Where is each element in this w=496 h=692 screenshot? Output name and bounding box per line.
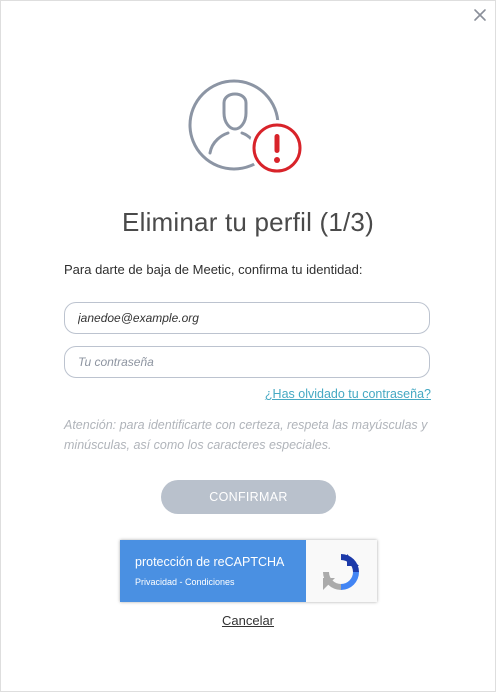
recaptcha-panel: protección de reCAPTCHA Privacidad - Con…: [120, 540, 306, 602]
recaptcha-badge[interactable]: protección de reCAPTCHA Privacidad - Con…: [120, 540, 377, 602]
recaptcha-logo-icon: [323, 554, 359, 590]
email-field[interactable]: [64, 302, 430, 334]
recaptcha-links: Privacidad - Condiciones: [135, 577, 235, 587]
forgot-password-link[interactable]: ¿Has olvidado tu contraseña?: [265, 387, 431, 401]
cancel-link[interactable]: Cancelar: [222, 613, 274, 628]
case-sensitivity-note: Atención: para identificarte con certeza…: [64, 418, 428, 452]
delete-profile-dialog: Eliminar tu perfil (1/3) Para darte de b…: [0, 0, 496, 692]
page-title: Eliminar tu perfil (1/3): [122, 207, 374, 237]
user-profile-icon: [188, 79, 305, 176]
password-field[interactable]: [64, 346, 430, 378]
close-icon[interactable]: [473, 8, 487, 22]
recaptcha-privacy-link[interactable]: Privacidad: [135, 577, 177, 587]
confirm-button[interactable]: CONFIRMAR: [161, 480, 336, 514]
instructions-text: Para darte de baja de Meetic, confirma t…: [64, 262, 363, 277]
warning-exclamation-icon: [249, 120, 305, 176]
recaptcha-terms-link[interactable]: Condiciones: [185, 577, 235, 587]
recaptcha-title: protección de reCAPTCHA: [135, 555, 285, 569]
recaptcha-links-separator: -: [177, 577, 186, 587]
cancel-row: Cancelar: [1, 613, 495, 628]
